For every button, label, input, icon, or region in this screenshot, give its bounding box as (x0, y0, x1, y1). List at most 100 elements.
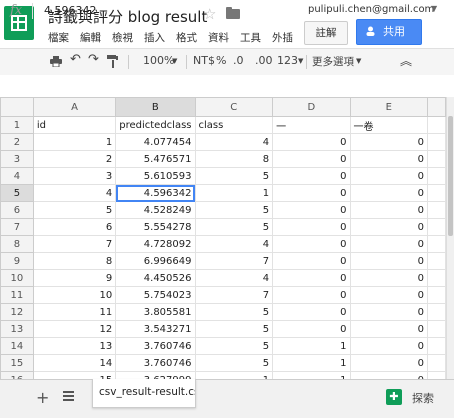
cell-a[interactable]: 15 (32, 371, 117, 379)
more-formats-button[interactable]: 123 (277, 54, 298, 67)
cell-e[interactable]: 0 (349, 286, 429, 304)
cell-b[interactable]: 3.543271 (115, 320, 196, 338)
cell-a[interactable]: 11 (32, 303, 117, 321)
cell-b[interactable]: 5.754023 (115, 286, 196, 304)
cell-b[interactable]: 3.627999 (115, 371, 196, 379)
cell-d[interactable]: 1 (272, 371, 351, 379)
increase-decimal-button[interactable]: .00 (255, 54, 273, 67)
menu-item[interactable]: 工具 (240, 32, 261, 44)
paint-format-icon[interactable] (107, 55, 118, 68)
cell-e[interactable]: 0 (349, 337, 429, 355)
cell-f[interactable] (427, 354, 446, 372)
cell-e[interactable]: 一卷 (349, 116, 429, 134)
account-caret-icon[interactable]: ▼ (431, 4, 437, 13)
cell-d[interactable]: 0 (272, 252, 351, 270)
cell-e[interactable]: 0 (349, 320, 429, 338)
cell-d[interactable]: 0 (272, 320, 351, 338)
column-header-b[interactable]: B (115, 97, 196, 117)
sheet-tab[interactable]: csv_result-result.csv (92, 379, 196, 408)
cell-b[interactable]: 3.760746 (115, 337, 196, 355)
cell-a[interactable]: 6 (32, 218, 117, 236)
menu-item[interactable]: 插入 (144, 32, 165, 44)
menu-item[interactable]: 編輯 (80, 32, 101, 44)
column-header-f[interactable] (427, 97, 446, 117)
cell-e[interactable]: 0 (349, 252, 429, 270)
cell-f[interactable] (427, 218, 446, 236)
cell-d[interactable]: 0 (272, 167, 351, 185)
menu-item[interactable]: 檢視 (112, 32, 133, 44)
row-header[interactable]: 4 (0, 167, 34, 185)
cell-f[interactable] (427, 150, 446, 168)
cell-b[interactable]: 4.528249 (115, 201, 196, 219)
row-header[interactable]: 16 (0, 371, 34, 379)
explore-button[interactable]: ✚ 探索 (384, 388, 446, 410)
menu-item[interactable]: 檔案 (48, 32, 69, 44)
menu-item[interactable]: 格式 (176, 32, 197, 44)
undo-icon[interactable]: ↶ (70, 52, 81, 67)
cell-e[interactable]: 0 (349, 269, 429, 287)
row-header[interactable]: 5 (0, 184, 34, 202)
cell-b[interactable]: predictedclass (115, 116, 196, 134)
cell-c[interactable]: 1 (194, 184, 274, 202)
cell-b[interactable]: 4.596342 (115, 184, 196, 202)
cell-f[interactable] (427, 303, 446, 321)
cell-d[interactable]: 1 (272, 337, 351, 355)
row-header[interactable]: 1 (0, 116, 34, 134)
row-header[interactable]: 12 (0, 303, 34, 321)
chevron-down-icon[interactable]: ▼ (172, 57, 177, 65)
cell-c[interactable]: 4 (194, 133, 274, 151)
row-header[interactable]: 2 (0, 133, 34, 151)
cell-a[interactable]: 8 (32, 252, 117, 270)
decrease-decimal-button[interactable]: .0 (233, 54, 244, 67)
cell-c[interactable]: 4 (194, 269, 274, 287)
cell-f[interactable] (427, 184, 446, 202)
menu-item[interactable]: 外插 (272, 32, 293, 44)
cell-c[interactable]: 5 (194, 218, 274, 236)
cell-e[interactable]: 0 (349, 201, 429, 219)
cell-e[interactable]: 0 (349, 150, 429, 168)
cell-d[interactable]: 0 (272, 303, 351, 321)
cell-a[interactable]: 1 (32, 133, 117, 151)
cell-f[interactable] (427, 371, 446, 379)
cell-c[interactable]: 5 (194, 320, 274, 338)
cell-e[interactable]: 0 (349, 235, 429, 253)
cell-a[interactable]: 10 (32, 286, 117, 304)
select-all-corner[interactable] (0, 97, 34, 117)
cell-c[interactable]: class (194, 116, 274, 134)
cell-f[interactable] (427, 167, 446, 185)
percent-format-button[interactable]: % (216, 54, 226, 67)
cell-a[interactable]: 14 (32, 354, 117, 372)
cell-e[interactable]: 0 (349, 133, 429, 151)
cell-c[interactable]: 4 (194, 235, 274, 253)
cell-e[interactable]: 0 (349, 354, 429, 372)
cell-c[interactable]: 5 (194, 354, 274, 372)
zoom-select[interactable]: 100% (143, 54, 174, 67)
cell-c[interactable]: 5 (194, 201, 274, 219)
cell-f[interactable] (427, 252, 446, 270)
menu-item[interactable]: 資料 (208, 32, 229, 44)
cell-a[interactable]: 4 (32, 184, 117, 202)
row-header[interactable]: 14 (0, 337, 34, 355)
column-header-d[interactable]: D (272, 97, 351, 117)
cell-c[interactable]: 5 (194, 337, 274, 355)
folder-icon[interactable] (226, 7, 240, 19)
cell-c[interactable]: 5 (194, 167, 274, 185)
star-icon[interactable]: ☆ (203, 5, 216, 23)
row-header[interactable]: 8 (0, 235, 34, 253)
cell-d[interactable]: 0 (272, 201, 351, 219)
cell-f[interactable] (427, 133, 446, 151)
cell-e[interactable]: 0 (349, 184, 429, 202)
cell-e[interactable]: 0 (349, 218, 429, 236)
cell-b[interactable]: 5.554278 (115, 218, 196, 236)
user-email[interactable]: pulipuli.chen@gmail.com (308, 4, 434, 15)
cell-b[interactable]: 5.610593 (115, 167, 196, 185)
cell-c[interactable]: 7 (194, 252, 274, 270)
cell-d[interactable]: 0 (272, 269, 351, 287)
cell-e[interactable]: 0 (349, 303, 429, 321)
add-sheet-icon[interactable]: + (36, 388, 49, 407)
cell-a[interactable]: 9 (32, 269, 117, 287)
row-header[interactable]: 3 (0, 150, 34, 168)
cell-c[interactable]: 1 (194, 371, 274, 379)
cell-c[interactable]: 8 (194, 150, 274, 168)
cell-f[interactable] (427, 116, 446, 134)
